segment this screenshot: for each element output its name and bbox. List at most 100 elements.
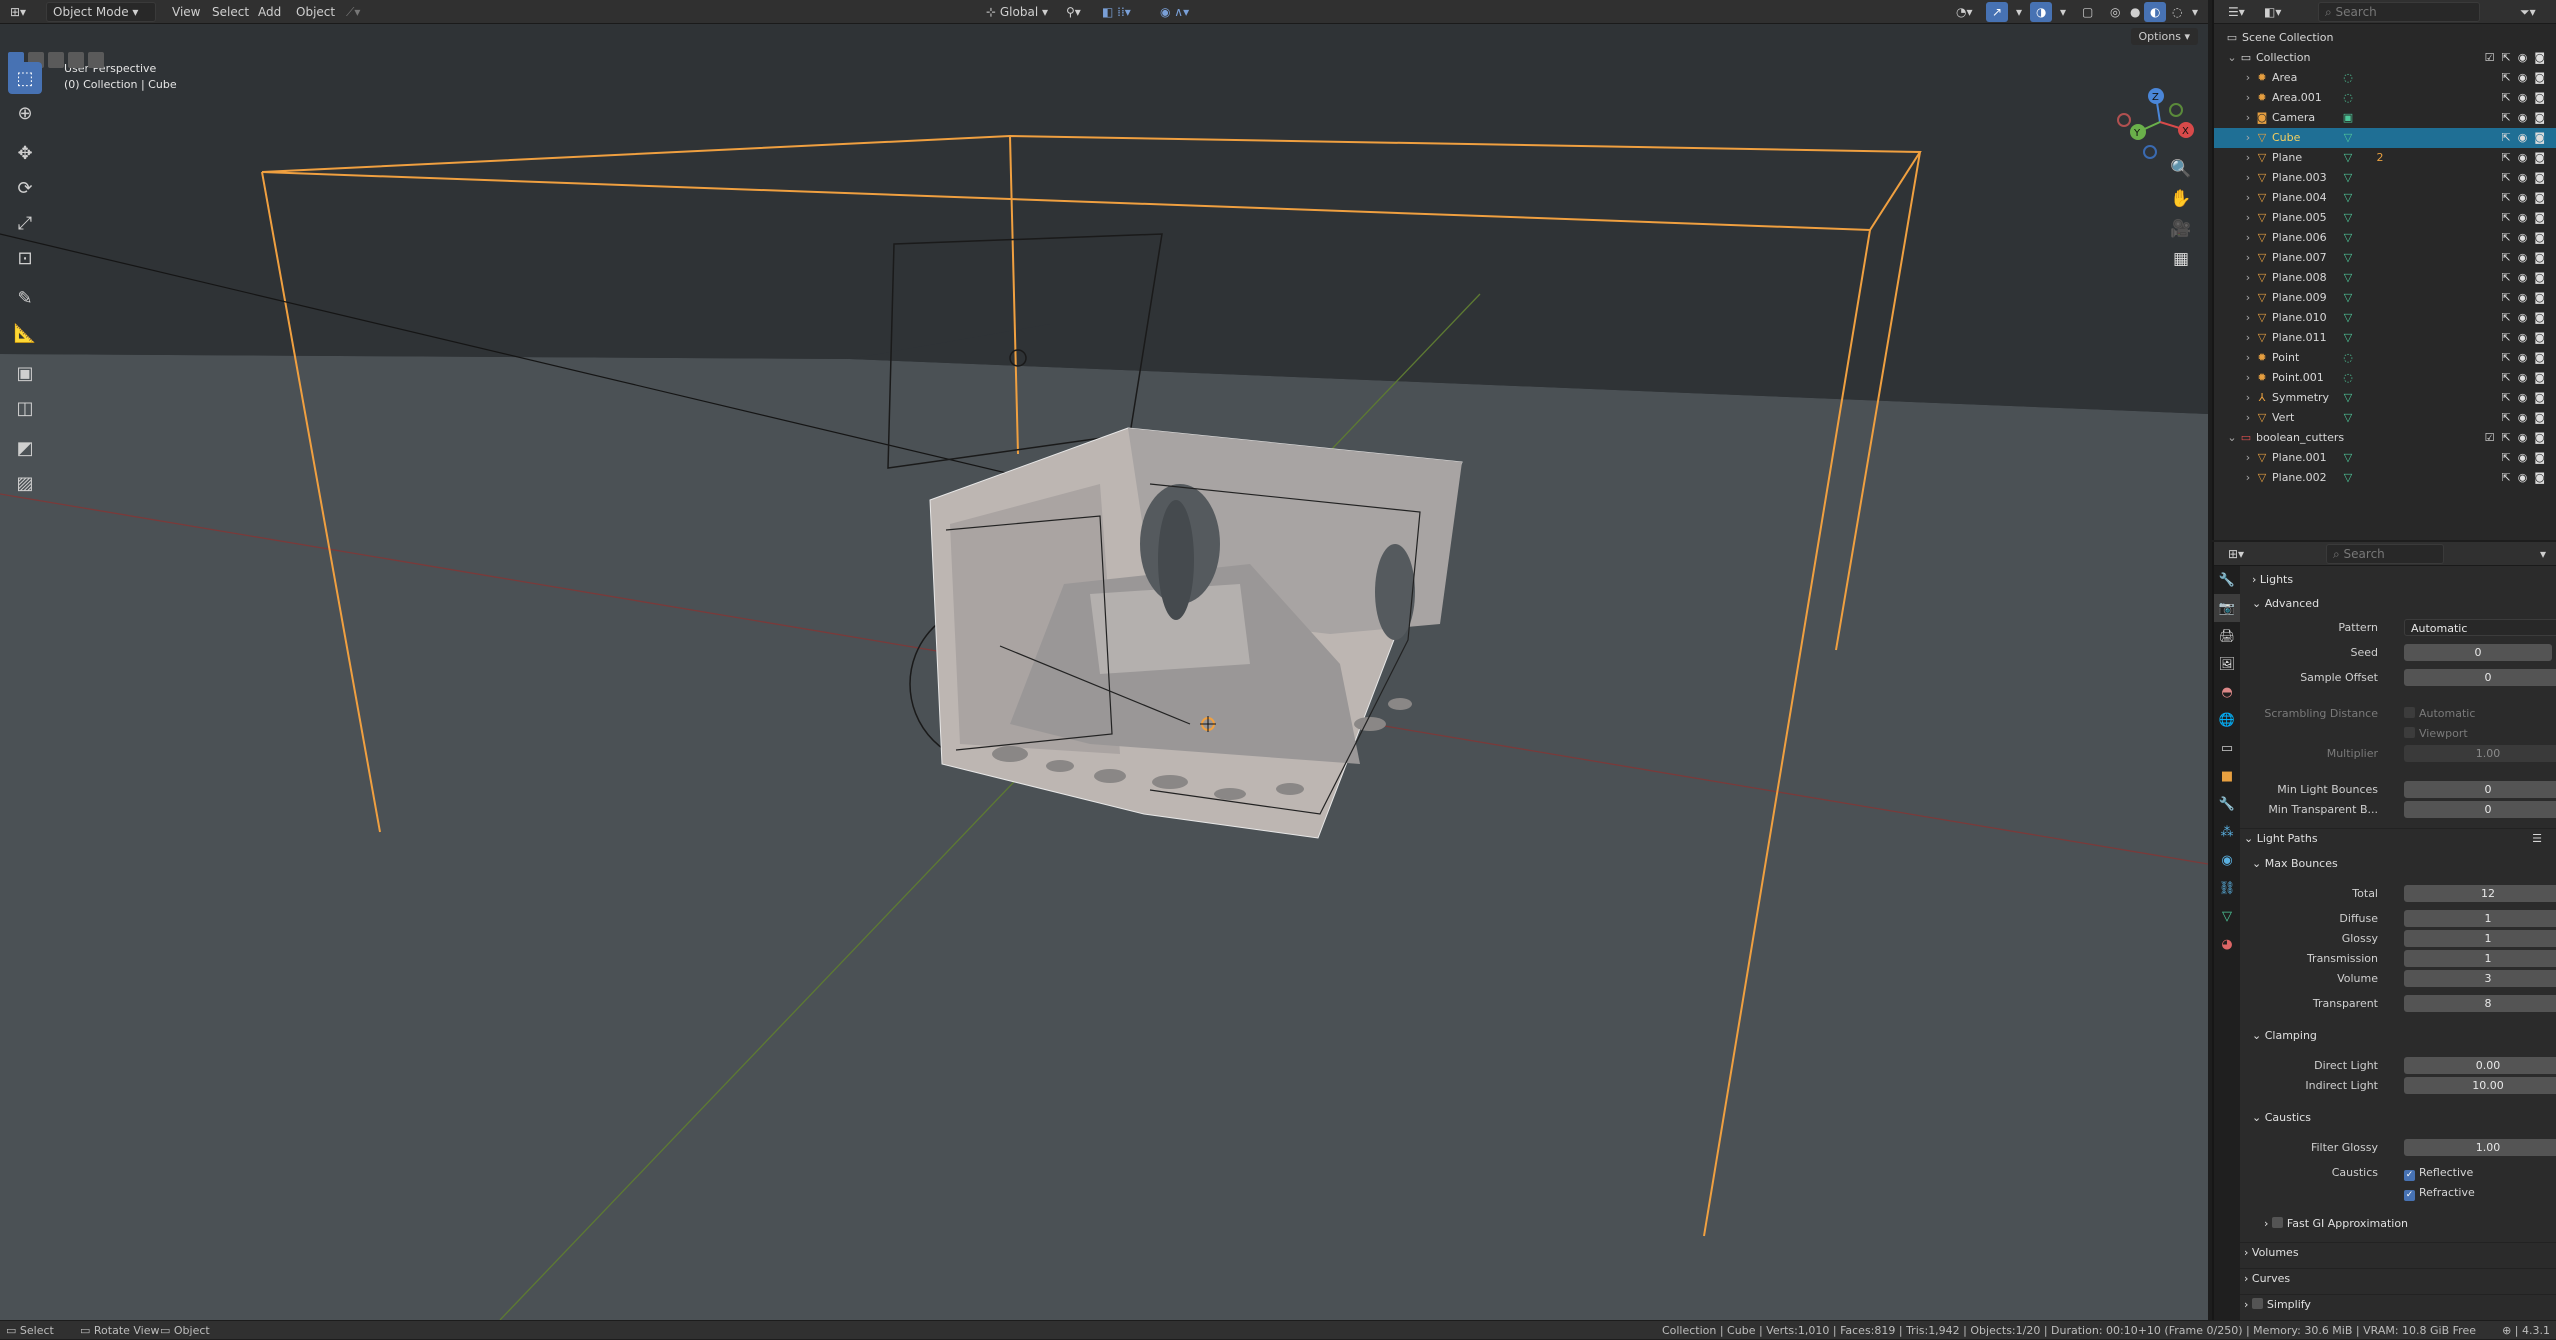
expand-chevron-icon[interactable]: › [2242, 112, 2254, 124]
object-data-icon[interactable]: ▽ [2342, 452, 2354, 464]
object-data-icon[interactable]: ▽ [2342, 272, 2354, 284]
pivot-icon[interactable]: ⚲▾ [1060, 2, 1087, 22]
shear-icon[interactable]: ◩ [8, 432, 42, 464]
cursor-icon[interactable]: ⊕ [8, 97, 42, 129]
ortho-toggle-icon[interactable]: ▦ [2166, 244, 2196, 274]
material-tab-icon[interactable]: ◕ [2214, 930, 2240, 958]
object-data-icon[interactable]: ▽ [2342, 252, 2354, 264]
display-mode-icon[interactable]: ◧▾ [2258, 2, 2287, 22]
visibility-toggle-icons[interactable]: ☑⇱◉◙ [2485, 428, 2552, 448]
select-box-icon[interactable]: ⬚ [8, 62, 42, 94]
image-icon[interactable]: ▨ [8, 467, 42, 499]
visibility-toggle-icons[interactable]: ⇱◉◙ [2502, 168, 2553, 188]
object-data-icon[interactable]: ◌ [2342, 372, 2354, 384]
outliner-row-boolean-cutters[interactable]: ⌄ ▭ boolean_cutters ☑⇱◉◙ [2214, 428, 2556, 448]
object-data-icon[interactable]: ◌ [2342, 352, 2354, 364]
diffuse-field[interactable]: 1 [2404, 910, 2556, 927]
filter-icon[interactable]: ⏷▾ [2514, 2, 2542, 22]
snapping-icon[interactable]: ◧ ⁞⁞▾ [1096, 2, 1137, 22]
outliner-row-cube[interactable]: › ▽ Cube ▽ ⇱◉◙ [2214, 128, 2556, 148]
outliner-row-plane-010[interactable]: › ▽ Plane.010 ▽ ⇱◉◙ [2214, 308, 2556, 328]
visibility-toggle-icons[interactable]: ⇱◉◙ [2502, 248, 2553, 268]
scene-tab-icon[interactable]: ◓ [2214, 678, 2240, 706]
filter-glossy-field[interactable]: 1.00 [2404, 1139, 2556, 1156]
move-icon[interactable]: ✥ [8, 137, 42, 169]
visibility-toggle-icons[interactable]: ⇱◉◙ [2502, 288, 2553, 308]
particles-tab-icon[interactable]: ⁂ [2214, 818, 2240, 846]
scrambling-viewport-checkbox[interactable] [2404, 727, 2415, 738]
select-mode-intersect-icon[interactable] [68, 52, 84, 68]
multiplier-field[interactable]: 1.00 [2404, 745, 2556, 762]
outliner-row-symmetry[interactable]: › ⅄ Symmetry ▽ ⇱◉◙ [2214, 388, 2556, 408]
reflective-checkbox[interactable]: ✓ [2404, 1170, 2415, 1181]
object-data-icon[interactable]: ▽ [2342, 132, 2354, 144]
expand-chevron-icon[interactable]: › [2242, 212, 2254, 224]
3d-viewport[interactable]: User Perspective (0) Collection | Cube O… [0, 24, 2208, 1320]
menu-add[interactable]: Add [252, 2, 287, 22]
visibility-toggle-icons[interactable]: ⇱◉◙ [2502, 208, 2553, 228]
menu-view[interactable]: View [166, 2, 206, 22]
visibility-toggle-icons[interactable]: ⇱◉◙ [2502, 228, 2553, 248]
expand-chevron-icon[interactable]: › [2242, 352, 2254, 364]
gizmo-dropdown-icon[interactable]: ▾ [2010, 2, 2028, 22]
snap-toggle-icon[interactable]: ⟋▾ [340, 2, 366, 22]
select-mode-difference-icon[interactable] [88, 52, 104, 68]
menu-object[interactable]: Object [290, 2, 341, 22]
outliner-row-collection[interactable]: ⌄ ▭ Collection ☑⇱◉◙ [2214, 48, 2556, 68]
shading-material-icon[interactable]: ◐ [2144, 2, 2167, 22]
expand-chevron-icon[interactable]: ⌄ [2226, 432, 2238, 444]
zoom-view-icon[interactable]: 🔍 [2166, 154, 2196, 184]
outliner-row-camera[interactable]: › ◙ Camera ▣ ⇱◉◙ [2214, 108, 2556, 128]
pan-view-icon[interactable]: ✋ [2166, 184, 2196, 214]
expand-chevron-icon[interactable]: › [2242, 272, 2254, 284]
outliner-row-plane[interactable]: › ▽ Plane ▽ 2 ⇱◉◙ [2214, 148, 2556, 168]
visibility-toggle-icons[interactable]: ⇱◉◙ [2502, 448, 2553, 468]
expand-chevron-icon[interactable]: › [2242, 472, 2254, 484]
outliner-row-plane-001[interactable]: › ▽ Plane.001 ▽ ⇱◉◙ [2214, 448, 2556, 468]
outliner-row-plane-008[interactable]: › ▽ Plane.008 ▽ ⇱◉◙ [2214, 268, 2556, 288]
seed-field[interactable]: 0 [2404, 644, 2552, 661]
object-data-icon[interactable]: ▽ [2342, 172, 2354, 184]
outliner-editor-icon[interactable]: ☰▾ [2222, 2, 2251, 22]
direct-light-field[interactable]: 0.00 [2404, 1057, 2556, 1074]
outliner-row-area[interactable]: › ✹ Area ◌ ⇱◉◙ [2214, 68, 2556, 88]
expand-chevron-icon[interactable]: › [2242, 132, 2254, 144]
outliner-row-plane-002[interactable]: › ▽ Plane.002 ▽ ⇱◉◙ [2214, 468, 2556, 488]
expand-chevron-icon[interactable]: › [2242, 232, 2254, 244]
physics-tab-icon[interactable]: ◉ [2214, 846, 2240, 874]
indirect-light-field[interactable]: 10.00 [2404, 1077, 2556, 1094]
object-data-icon[interactable]: ▽ [2342, 192, 2354, 204]
object-data-icon[interactable]: ▽ [2342, 152, 2354, 164]
outliner-row-plane-009[interactable]: › ▽ Plane.009 ▽ ⇱◉◙ [2214, 288, 2556, 308]
min-light-bounces-field[interactable]: 0 [2404, 781, 2556, 798]
simplify-checkbox[interactable] [2251, 1298, 2263, 1309]
refractive-checkbox[interactable]: ✓ [2404, 1190, 2415, 1201]
object-data-icon[interactable]: ◌ [2342, 72, 2354, 84]
expand-chevron-icon[interactable]: ⌄ [2226, 52, 2238, 64]
options-button[interactable]: Options ▾ [2130, 28, 2198, 45]
overlay-toggle-icon[interactable]: ◑ [2030, 2, 2053, 22]
camera-view-icon[interactable]: 🎥 [2166, 214, 2196, 244]
modifier-tab-icon[interactable]: 🔧 [2214, 790, 2240, 818]
visibility-toggle-icons[interactable]: ⇱◉◙ [2502, 348, 2553, 368]
visibility-toggle-icons[interactable]: ☑⇱◉◙ [2485, 48, 2552, 68]
expand-chevron-icon[interactable]: › [2242, 312, 2254, 324]
outliner-row-plane-006[interactable]: › ▽ Plane.006 ▽ ⇱◉◙ [2214, 228, 2556, 248]
expand-chevron-icon[interactable]: › [2242, 252, 2254, 264]
data-tab-icon[interactable]: ▽ [2214, 902, 2240, 930]
world-tab-icon[interactable]: 🌐 [2214, 706, 2240, 734]
outliner-row-point-001[interactable]: › ✹ Point.001 ◌ ⇱◉◙ [2214, 368, 2556, 388]
properties-options-icon[interactable]: ▾ [2534, 544, 2552, 564]
collection-tab-icon[interactable]: ▭ [2214, 734, 2240, 762]
gizmo-toggle-icon[interactable]: ↗ [1986, 2, 2009, 22]
transform-icon[interactable]: ⊡ [8, 242, 42, 274]
measure-icon[interactable]: 📐 [8, 317, 42, 349]
shading-dropdown-icon[interactable]: ▾ [2186, 2, 2204, 22]
visibility-toggle-icons[interactable]: ⇱◉◙ [2502, 68, 2553, 88]
object-data-icon[interactable]: ▽ [2342, 332, 2354, 344]
expand-chevron-icon[interactable]: › [2242, 152, 2254, 164]
max-bounces-section[interactable]: ⌄ Max Bounces [2240, 854, 2556, 874]
outliner-row-plane-004[interactable]: › ▽ Plane.004 ▽ ⇱◉◙ [2214, 188, 2556, 208]
overlay-dropdown-icon[interactable]: ▾ [2054, 2, 2072, 22]
outliner-row-area-001[interactable]: › ✹ Area.001 ◌ ⇱◉◙ [2214, 88, 2556, 108]
